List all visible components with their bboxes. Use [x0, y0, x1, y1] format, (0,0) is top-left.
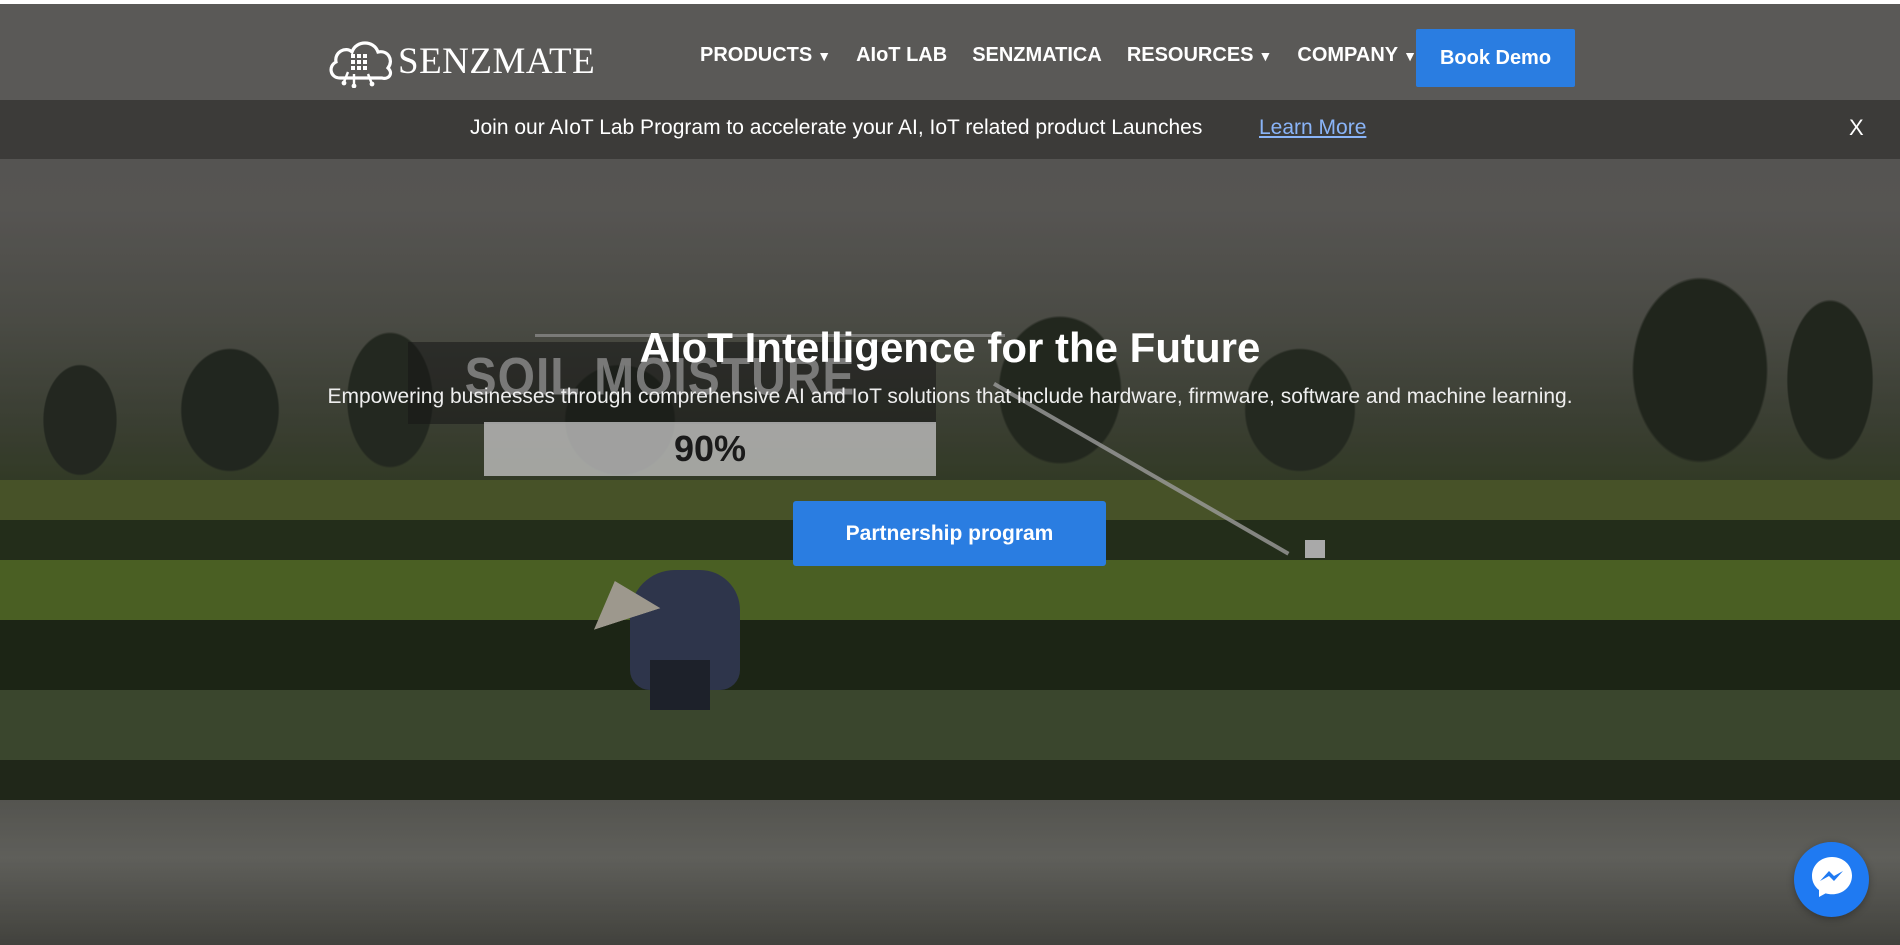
messenger-icon [1808, 853, 1856, 906]
nav-aiot-lab[interactable]: AIoT LAB [856, 44, 947, 67]
announcement-bar: Join our AIoT Lab Program to accelerate … [0, 100, 1900, 159]
top-navigation-bar: SENZMATE PRODUCTS ▼ AIoT LAB SENZMATICA … [0, 0, 1900, 100]
caret-down-icon: ▼ [1258, 47, 1273, 64]
messenger-chat-button[interactable] [1794, 842, 1869, 917]
cloud-chip-icon [324, 34, 396, 89]
caret-down-icon: ▼ [1403, 47, 1417, 64]
partnership-program-button[interactable]: Partnership program [793, 501, 1106, 566]
nav-senzmatica[interactable]: SENZMATICA [972, 44, 1102, 67]
nav-resources[interactable]: RESOURCES ▼ [1127, 44, 1273, 67]
nav-products[interactable]: PRODUCTS ▼ [700, 44, 831, 67]
book-demo-button[interactable]: Book Demo [1416, 29, 1575, 87]
learn-more-link[interactable]: Learn More [1259, 116, 1366, 140]
main-nav: PRODUCTS ▼ AIoT LAB SENZMATICA RESOURCES… [700, 44, 1442, 67]
hero-subtitle: Empowering businesses through comprehens… [327, 385, 1573, 408]
hero-title: AIoT Intelligence for the Future [639, 324, 1261, 371]
logo-text: SENZMATE [398, 40, 596, 82]
announcement-text: Join our AIoT Lab Program to accelerate … [470, 116, 1203, 139]
close-announcement-button[interactable]: X [1849, 115, 1864, 141]
caret-down-icon: ▼ [817, 47, 832, 64]
senzmate-logo[interactable]: SENZMATE [324, 34, 596, 89]
nav-company[interactable]: COMPANY ▼ [1297, 44, 1417, 67]
